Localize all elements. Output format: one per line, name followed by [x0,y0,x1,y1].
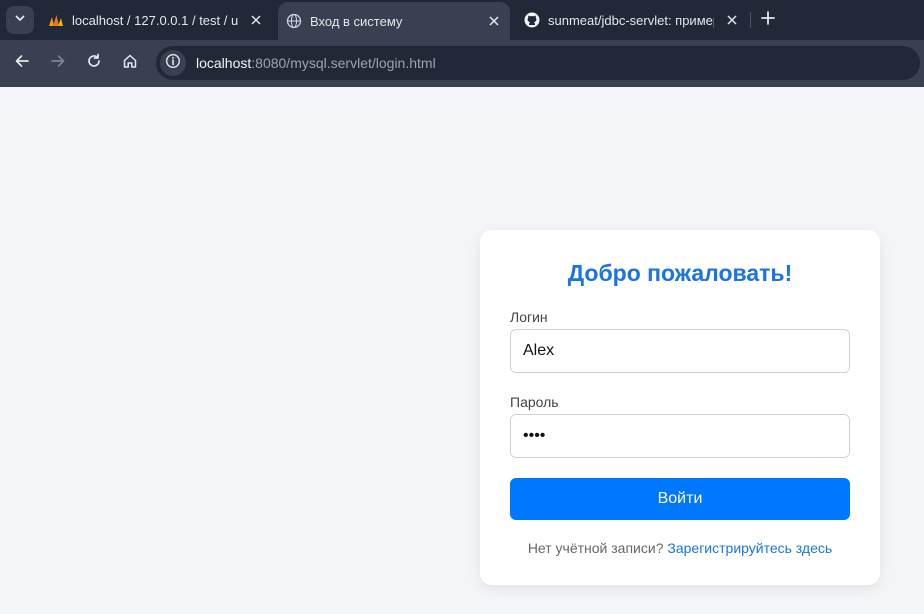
username-label: Логин [510,309,548,325]
page-viewport: Добро пожаловать! Логин Пароль Войти Нет… [0,87,924,614]
tab-login[interactable]: Вход в систему [278,2,510,40]
page-title: Добро пожаловать! [567,260,793,286]
site-info-button[interactable] [160,50,186,76]
login-button[interactable]: Войти [510,478,850,520]
info-icon [165,53,181,74]
tab-title: localhost / 127.0.0.1 / test / users [72,12,238,28]
password-label: Пароль [510,394,559,410]
register-link[interactable]: Зарегистрируйтесь здесь [667,540,832,556]
home-icon [122,53,138,74]
close-icon[interactable] [486,13,502,29]
arrow-left-icon [14,53,30,74]
tab-search-button[interactable] [6,6,34,34]
address-bar[interactable]: localhost:8080/mysql.servlet/login.html [156,46,920,80]
chevron-down-icon [14,11,26,29]
plus-icon [761,10,775,30]
url-host: localhost [196,55,252,71]
new-tab-button[interactable] [758,10,778,30]
url-text: localhost:8080/mysql.servlet/login.html [196,55,436,71]
github-icon [524,12,540,28]
tab-phpmyadmin[interactable]: localhost / 127.0.0.1 / test / users [40,0,272,40]
reload-button[interactable] [82,51,106,75]
phpmyadmin-icon [48,12,64,28]
globe-icon [286,13,302,29]
browser-toolbar: localhost:8080/mysql.servlet/login.html [0,40,924,87]
reload-icon [86,53,102,74]
url-path: :8080/mysql.servlet/login.html [251,55,436,71]
close-icon[interactable] [724,12,740,28]
tab-separator [750,12,751,28]
arrow-right-icon [50,53,66,74]
no-account-text: Нет учётной записи? [527,540,664,556]
tab-github[interactable]: sunmeat/jdbc-servlet: пример работы [516,0,748,40]
login-card: Добро пожаловать! Логин Пароль Войти Нет… [480,230,880,585]
tab-strip: localhost / 127.0.0.1 / test / users Вхо… [0,0,924,40]
username-field[interactable] [510,329,850,373]
back-button[interactable] [10,51,34,75]
close-icon[interactable] [248,12,264,28]
forward-button[interactable] [46,51,70,75]
home-button[interactable] [118,51,142,75]
tab-title: Вход в систему [310,13,403,29]
register-prompt: Нет учётной записи? Зарегистрируйтесь зд… [480,540,880,556]
tab-title: sunmeat/jdbc-servlet: пример работы [548,12,714,28]
password-field[interactable] [510,414,850,458]
